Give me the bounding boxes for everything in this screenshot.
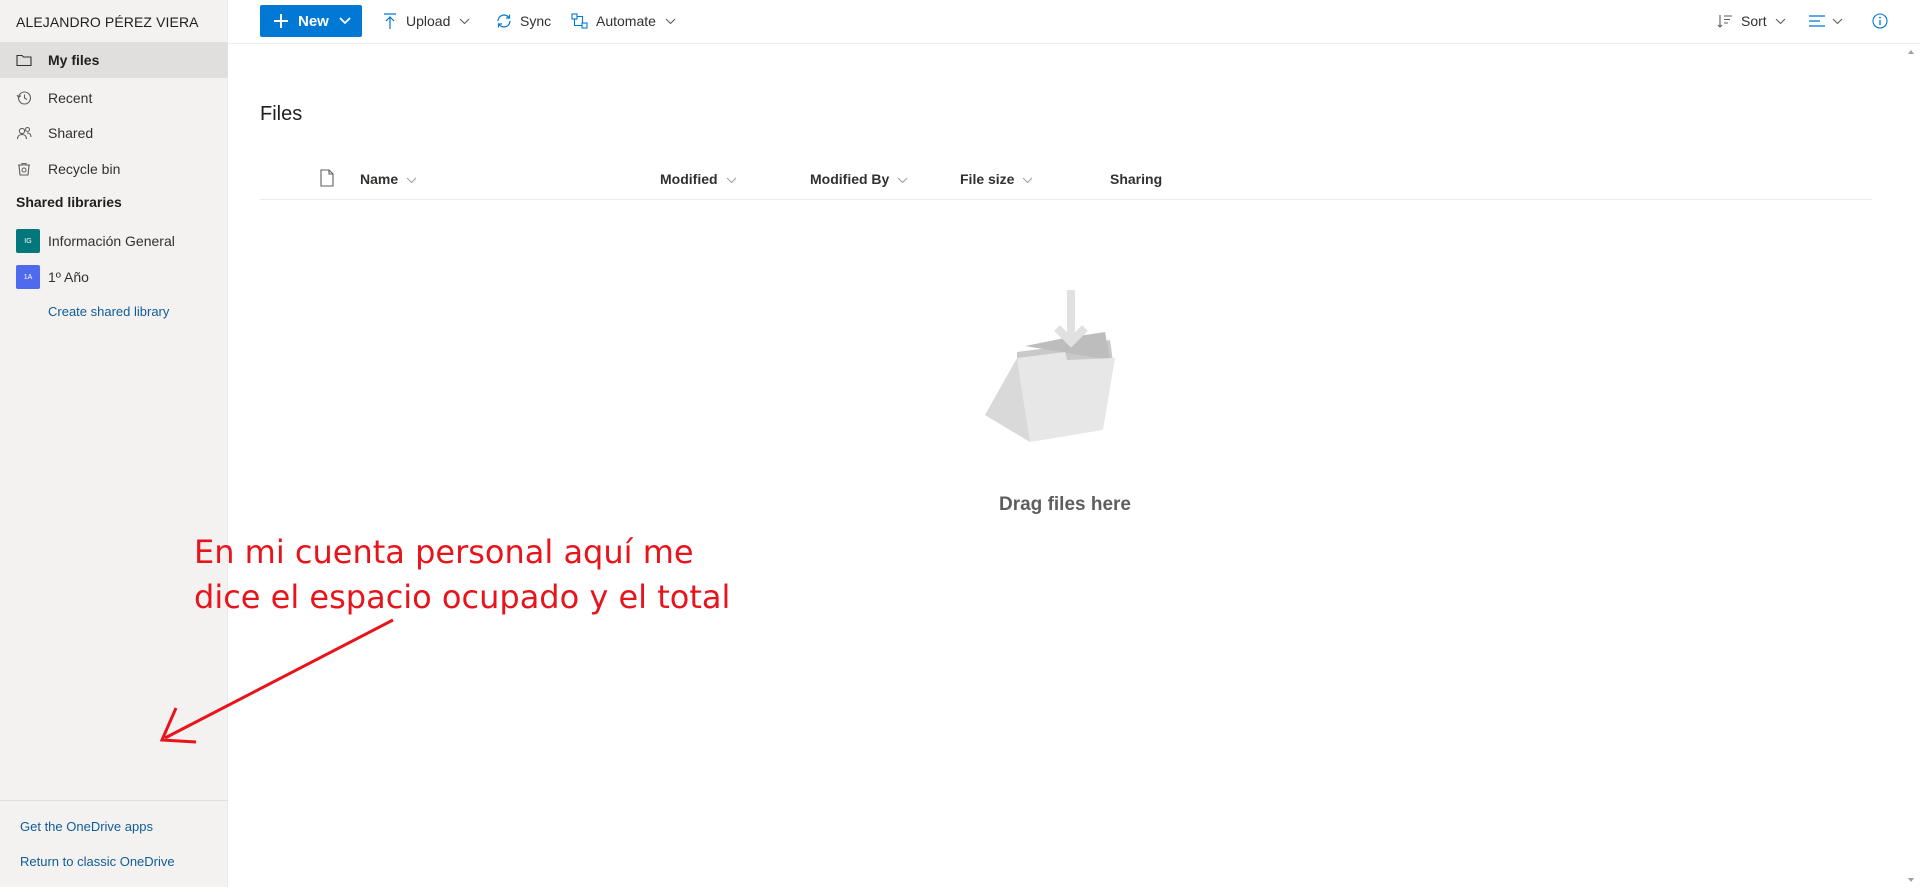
chevron-down-icon bbox=[339, 17, 351, 25]
new-button-label: New bbox=[298, 12, 329, 30]
sidebar-divider bbox=[0, 800, 228, 801]
create-shared-library-link[interactable]: Create shared library bbox=[48, 304, 169, 319]
file-list-header: Name Modified Modified By File size Shar… bbox=[260, 158, 1872, 200]
column-file-size-label: File size bbox=[960, 171, 1015, 187]
nav-my-files-label: My files bbox=[48, 52, 100, 68]
annotation-line-1: En mi cuenta personal aquí me bbox=[194, 533, 694, 571]
list-view-icon bbox=[1808, 15, 1826, 27]
column-modified-by[interactable]: Modified By bbox=[810, 158, 908, 200]
nav-recent-label: Recent bbox=[48, 90, 93, 106]
user-name: ALEJANDRO PÉREZ VIERA bbox=[16, 14, 199, 30]
library-badge: IG bbox=[16, 229, 40, 253]
shared-libraries-heading: Shared libraries bbox=[16, 194, 122, 210]
column-sharing[interactable]: Sharing bbox=[1110, 158, 1162, 200]
people-icon bbox=[0, 125, 48, 141]
sort-label: Sort bbox=[1741, 13, 1767, 29]
library-badge: 1A bbox=[16, 265, 40, 289]
empty-state-message: Drag files here bbox=[999, 494, 1131, 515]
command-bar: New Upload Sync Automate Sort bbox=[228, 0, 1920, 44]
return-classic-onedrive-link[interactable]: Return to classic OneDrive bbox=[20, 854, 175, 869]
left-navigation: ALEJANDRO PÉREZ VIERA My files Recent Sh… bbox=[0, 0, 228, 887]
chevron-down-icon bbox=[1775, 18, 1786, 25]
chevron-down-icon bbox=[897, 171, 908, 187]
library-label: Información General bbox=[48, 233, 175, 249]
chevron-down-icon bbox=[1022, 171, 1033, 187]
recycle-bin-icon bbox=[0, 161, 48, 177]
info-button[interactable] bbox=[1872, 5, 1888, 37]
vertical-scrollbar[interactable] bbox=[1902, 44, 1920, 887]
nav-recycle-bin[interactable]: Recycle bin bbox=[0, 151, 228, 187]
sort-icon bbox=[1717, 14, 1733, 28]
chevron-down-icon bbox=[1832, 18, 1843, 25]
annotation-line-2: dice el espacio ocupado y el total bbox=[194, 578, 731, 616]
nav-shared[interactable]: Shared bbox=[0, 115, 228, 151]
annotation-arrow bbox=[159, 618, 394, 744]
upload-icon bbox=[383, 13, 397, 29]
page-title: Files bbox=[260, 103, 303, 125]
sync-icon bbox=[495, 13, 513, 29]
column-name-label: Name bbox=[360, 171, 399, 187]
automate-icon bbox=[571, 13, 589, 29]
nav-recent[interactable]: Recent bbox=[0, 80, 228, 116]
folder-icon bbox=[0, 53, 48, 67]
automate-button[interactable]: Automate bbox=[571, 5, 676, 37]
chevron-down-icon bbox=[665, 18, 676, 25]
chevron-down-icon bbox=[726, 171, 737, 187]
nav-my-files[interactable]: My files bbox=[0, 42, 228, 78]
library-informacion-general[interactable]: IG Información General bbox=[0, 223, 228, 259]
column-file-size[interactable]: File size bbox=[960, 158, 1033, 200]
sort-button[interactable]: Sort bbox=[1717, 5, 1786, 37]
annotation-text: En mi cuenta personal aquí me dice el es… bbox=[194, 530, 730, 620]
info-icon bbox=[1872, 13, 1888, 29]
view-options-button[interactable] bbox=[1808, 5, 1843, 37]
column-sharing-label: Sharing bbox=[1110, 171, 1163, 187]
nav-shared-label: Shared bbox=[48, 125, 94, 141]
chevron-down-icon bbox=[406, 171, 417, 187]
document-icon bbox=[320, 168, 334, 190]
column-modified[interactable]: Modified bbox=[660, 158, 737, 200]
automate-label: Automate bbox=[596, 13, 656, 29]
file-type-column-header[interactable] bbox=[320, 158, 334, 200]
new-button[interactable]: New bbox=[260, 5, 362, 37]
upload-label: Upload bbox=[406, 13, 451, 29]
sync-label: Sync bbox=[520, 13, 552, 29]
library-label: 1º Año bbox=[48, 269, 89, 285]
column-modified-label: Modified bbox=[660, 171, 718, 187]
empty-folder-illustration bbox=[975, 290, 1135, 450]
column-modified-by-label: Modified By bbox=[810, 171, 890, 187]
chevron-down-icon bbox=[459, 18, 470, 25]
plus-icon bbox=[274, 14, 288, 28]
nav-recycle-bin-label: Recycle bin bbox=[48, 161, 121, 177]
sync-button[interactable]: Sync bbox=[495, 5, 551, 37]
get-onedrive-apps-link[interactable]: Get the OneDrive apps bbox=[20, 819, 153, 834]
upload-button[interactable]: Upload bbox=[383, 5, 470, 37]
history-icon bbox=[0, 90, 48, 106]
library-1-ano[interactable]: 1A 1º Año bbox=[0, 259, 228, 295]
column-name[interactable]: Name bbox=[360, 158, 417, 200]
